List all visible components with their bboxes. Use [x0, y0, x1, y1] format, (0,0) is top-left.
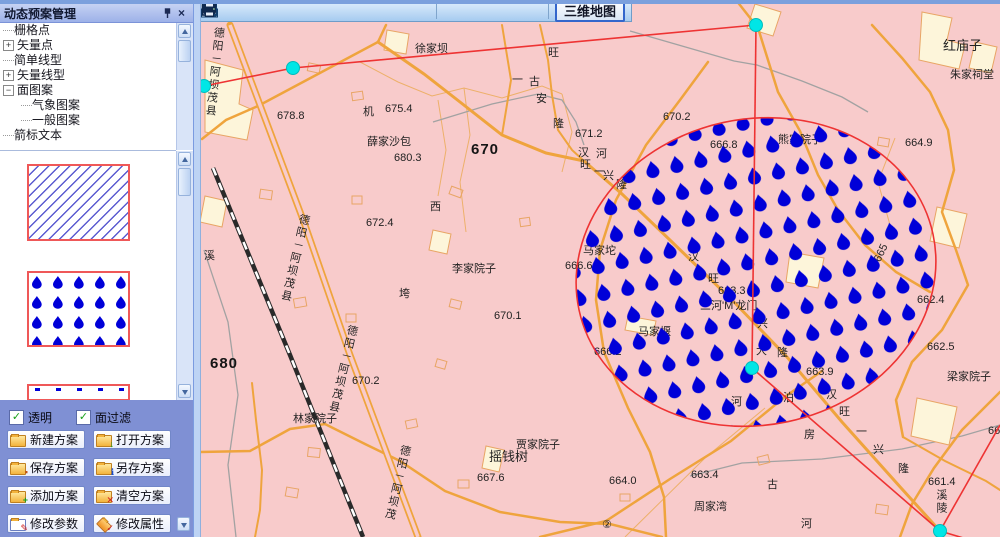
plus-expander-icon[interactable]: +: [3, 70, 14, 81]
tree-connector: [3, 135, 14, 136]
checkbox-label: 透明: [28, 409, 52, 426]
scroll-up-icon[interactable]: [178, 24, 191, 38]
clear-folder-button[interactable]: ✕清空方案: [93, 486, 171, 505]
checkbox-label: 面过滤: [95, 409, 131, 426]
close-icon[interactable]: ×: [174, 6, 189, 20]
checkbox-1[interactable]: ✓ 面过滤: [76, 409, 131, 426]
checkbox-box-icon[interactable]: ✓: [76, 410, 91, 425]
button-label: 添加方案: [26, 487, 82, 504]
tree-connector: [3, 60, 14, 61]
button-label: 打开方案: [112, 431, 168, 448]
application-window: 动态预案管理 × 栅格点+矢量点简单线型+矢量线型−面图案气象图案一般图案箭标文…: [0, 0, 1000, 537]
tree-item-6[interactable]: 一般图案: [0, 113, 176, 128]
tree-item-1[interactable]: +矢量点: [0, 38, 176, 53]
button-label: 另存方案: [112, 459, 168, 476]
toolbar-separator: [548, 3, 549, 19]
button-label: 清空方案: [112, 487, 168, 504]
tree-item-5[interactable]: 气象图案: [0, 98, 176, 113]
icon-badge: ▪: [25, 468, 28, 477]
building-outlines: [259, 63, 889, 515]
tree-item-7[interactable]: 箭标文本: [0, 128, 176, 143]
minus-expander-icon[interactable]: −: [3, 85, 14, 96]
tree-item-label: 箭标文本: [14, 128, 62, 143]
new-folder-icon: [10, 433, 26, 446]
panel-splitter[interactable]: [194, 0, 201, 537]
checkbox-box-icon[interactable]: ✓: [9, 410, 24, 425]
toolbar-separator: [436, 3, 437, 19]
button-label: 修改属性: [112, 515, 168, 532]
edit-attrs-icon: ✓: [96, 517, 112, 530]
map-viewport[interactable]: 徐家坝德阳－阿坝茂县德阳－阿坝茂县德阳－阿坝茂县德阳－阿坝茂678.8机675.…: [200, 0, 1000, 537]
saveas-folder-icon: ℹ: [96, 461, 112, 474]
button-label: 保存方案: [26, 459, 82, 476]
plan-controls-panel: ✓透明✓面过滤 新建方案↓打开方案▪保存方案ℹ另存方案+添加方案✕清空方案✎修改…: [0, 400, 193, 537]
saveas-folder-button[interactable]: ℹ另存方案: [93, 458, 171, 477]
tree-connector: [21, 120, 32, 121]
panel-title: 动态预案管理: [4, 5, 159, 22]
new-folder-button[interactable]: 新建方案: [7, 430, 85, 449]
pattern-swatch-hatch[interactable]: [27, 164, 130, 241]
open-folder-icon: ↓: [96, 433, 112, 446]
tree-connector: [3, 30, 14, 31]
scroll-down-icon[interactable]: [177, 517, 190, 531]
icon-badge: ✓: [106, 524, 114, 533]
checkbox-0[interactable]: ✓ 透明: [9, 409, 52, 426]
add-folder-icon: +: [10, 489, 26, 502]
tree-item-label: 栅格点: [14, 23, 50, 38]
pin-icon[interactable]: [159, 6, 174, 20]
edit-attrs-button[interactable]: ✓修改属性: [93, 514, 171, 533]
scroll-down-icon[interactable]: [178, 384, 191, 398]
pattern-list: [0, 150, 176, 401]
tree-scrollbar[interactable]: [176, 23, 193, 150]
edit-params-icon: ✎: [10, 517, 26, 530]
tree-item-2[interactable]: 简单线型: [0, 53, 176, 68]
panel-titlebar: 动态预案管理 ×: [0, 4, 193, 23]
icon-badge: ✎: [20, 524, 28, 533]
pattern-swatch-partial[interactable]: [27, 384, 130, 401]
layer-tree: 栅格点+矢量点简单线型+矢量线型−面图案气象图案一般图案箭标文本: [0, 23, 176, 149]
parcel-lines: [360, 62, 895, 537]
add-folder-button[interactable]: +添加方案: [7, 486, 85, 505]
icon-badge: ℹ: [111, 468, 114, 477]
tree-item-label: 一般图案: [32, 113, 80, 128]
pattern-scrollbar[interactable]: [176, 151, 193, 400]
icon-badge: ✕: [106, 496, 114, 505]
edit-params-button[interactable]: ✎修改参数: [7, 514, 85, 533]
pattern-swatch-drops[interactable]: [27, 271, 130, 347]
open-folder-button[interactable]: ↓打开方案: [93, 430, 171, 449]
save-folder-icon: ▪: [10, 461, 26, 474]
clear-folder-icon: ✕: [96, 489, 112, 502]
icon-badge: ↓: [110, 440, 115, 449]
tree-item-label: 面图案: [17, 83, 53, 98]
tree-scroll-thumb[interactable]: [178, 40, 191, 62]
railway: [213, 168, 363, 537]
tree-item-4[interactable]: −面图案: [0, 83, 176, 98]
filter-checkboxes: ✓ 透明 ✓ 面过滤: [9, 409, 131, 426]
map-base-layer: [200, 0, 1000, 537]
button-label: 修改参数: [26, 515, 82, 532]
tree-item-label: 矢量线型: [17, 68, 65, 83]
pattern-scroll-thumb[interactable]: [178, 168, 191, 196]
tree-item-0[interactable]: 栅格点: [0, 23, 176, 38]
plus-expander-icon[interactable]: +: [3, 40, 14, 51]
plan-buttons: 新建方案 ↓打开方案 ▪保存方案 ℹ另存方案 +添加方案 ✕清空方案 ✎修改参数 ✓修改属性: [7, 430, 179, 533]
icon-badge: +: [23, 496, 28, 505]
scroll-up-icon[interactable]: [178, 152, 191, 166]
tree-item-label: 简单线型: [14, 53, 62, 68]
window-top-edge: [0, 0, 1000, 4]
tree-item-label: 矢量点: [17, 38, 53, 53]
tree-item-3[interactable]: +矢量线型: [0, 68, 176, 83]
save-folder-button[interactable]: ▪保存方案: [7, 458, 85, 477]
button-label: 新建方案: [26, 431, 82, 448]
plan-manager-panel: 动态预案管理 × 栅格点+矢量点简单线型+矢量线型−面图案气象图案一般图案箭标文…: [0, 0, 194, 537]
tree-connector: [21, 105, 32, 106]
tree-item-label: 气象图案: [32, 98, 80, 113]
